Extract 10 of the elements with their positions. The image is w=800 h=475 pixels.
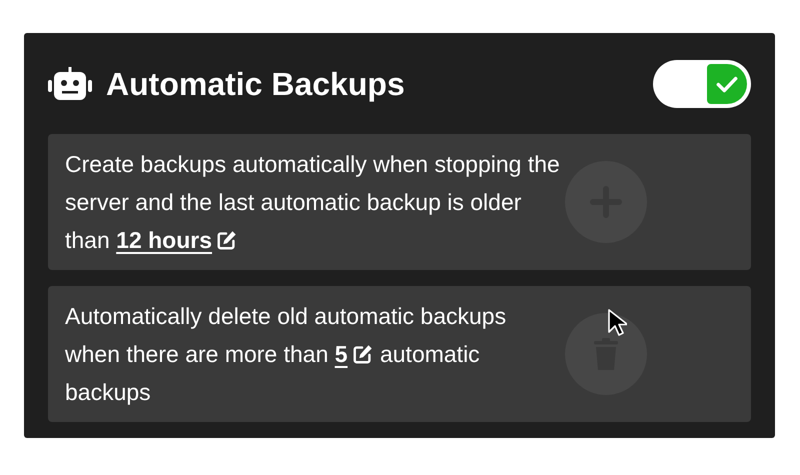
setting-description: Automatically delete old automatic backups when there are more than 5 automatic backups [65,302,508,407]
edit-icon[interactable] [216,229,238,251]
value-link[interactable]: 5 [334,341,348,367]
cursor-icon [607,308,627,338]
value-link[interactable]: 12 hours [116,227,212,253]
setting-description: Create backups automatically when stopping the server and the last automatic backup is older than 12 hours [65,150,561,255]
edit-icon[interactable] [352,343,374,365]
toggle-switch[interactable] [653,60,751,108]
panel-title: Automatic Backups [106,66,406,102]
robot-icon [48,67,92,101]
